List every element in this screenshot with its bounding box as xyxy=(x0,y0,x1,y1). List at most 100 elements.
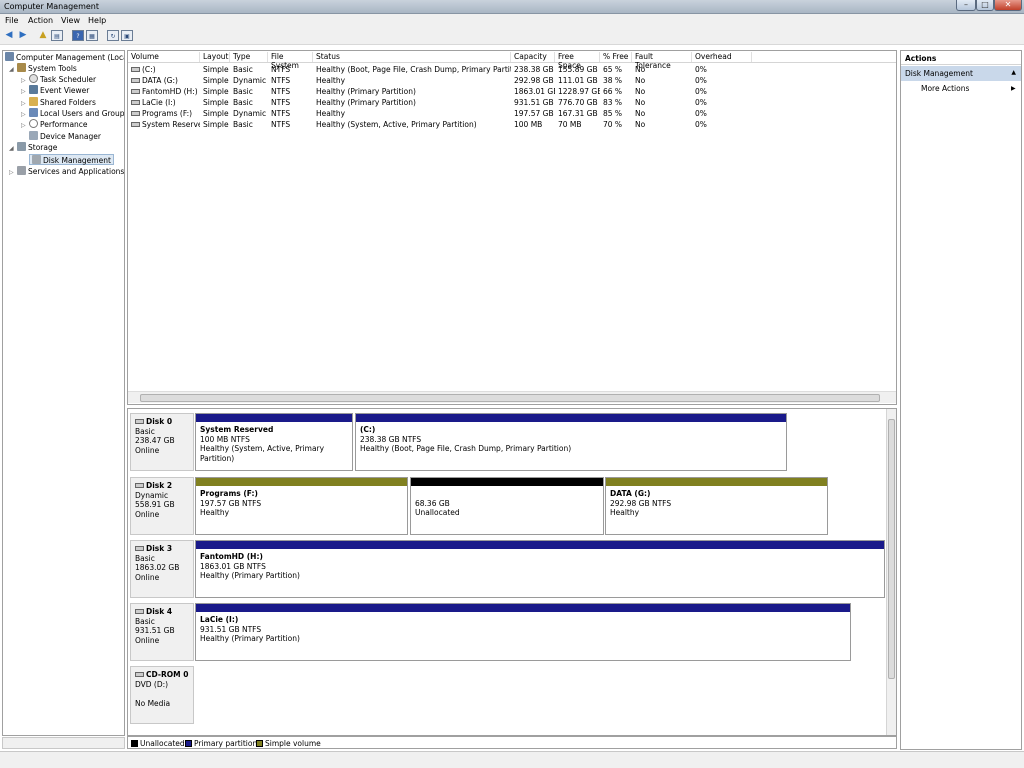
collapse-up-icon[interactable]: ▲ xyxy=(1011,69,1016,76)
tree-item-event-viewer[interactable]: ▷ Event Viewer xyxy=(21,85,89,96)
cell-text: NTFS xyxy=(271,76,291,85)
more-actions[interactable]: More Actions xyxy=(921,84,969,93)
tree-item-storage[interactable]: ◢ Storage xyxy=(9,142,57,153)
close-button[interactable]: ✕ xyxy=(994,0,1022,11)
cell-capacity: 100 MB xyxy=(511,119,555,130)
cell-text: 111.01 GB xyxy=(558,76,598,85)
partition[interactable]: (C:) 238.38 GB NTFS Healthy (Boot, Page Fi… xyxy=(355,413,787,471)
tree-item-device-manager[interactable]: Device Manager xyxy=(29,131,101,142)
tree-item-local-users[interactable]: ▷ Local Users and Groups xyxy=(21,108,124,119)
cell-type: Basic xyxy=(230,97,268,108)
cell-layout: Simple xyxy=(200,64,230,75)
disk-label-line: Basic xyxy=(135,617,189,627)
tree-item-task-scheduler[interactable]: ▷ Task Scheduler xyxy=(21,74,96,85)
disk-label[interactable]: Disk 0 Basic 238.47 GB Online xyxy=(130,413,194,471)
table-row[interactable]: FantomHD (H:) Simple Basic NTFS Healthy (Pri… xyxy=(128,86,896,97)
cell-text: Basic xyxy=(233,98,253,107)
drive-icon xyxy=(131,122,140,127)
scrollbar-thumb[interactable] xyxy=(888,419,895,679)
table-row[interactable]: LaCie (I:) Simple Basic NTFS Healthy (Primar… xyxy=(128,97,896,108)
col-status[interactable]: Status xyxy=(313,52,511,62)
menu-view[interactable]: View xyxy=(61,16,80,25)
table-row[interactable]: System ReservedSimple Basic NTFS Healthy (S… xyxy=(128,119,896,130)
disk-label[interactable]: Disk 3 Basic 1863.02 GB Online xyxy=(130,540,194,598)
show-hide-tree-icon[interactable]: ▤ xyxy=(51,30,63,41)
table-row[interactable]: (C:) Simple Basic NTFS Healthy (Boot, Page F… xyxy=(128,64,896,75)
col-type[interactable]: Type xyxy=(230,52,268,62)
cell-capacity: 1863.01 GB xyxy=(511,86,555,97)
partition[interactable]: LaCie (I:) 931.51 GB NTFS Healthy (Primary… xyxy=(195,603,851,661)
cell-overhead: 0% xyxy=(692,86,752,97)
actions-section-disk-management[interactable]: Disk Management ▲ xyxy=(901,66,1021,81)
tree-horizontal-scrollbar[interactable] xyxy=(2,737,125,749)
cell-fault-tolerance: No xyxy=(632,75,692,86)
cell-status: Healthy (Boot, Page File, Crash Dump, Pr… xyxy=(313,64,511,75)
up-folder-icon[interactable]: ▲ xyxy=(37,30,49,41)
cell-status: Healthy (Primary Partition) xyxy=(313,86,511,97)
table-row[interactable]: Programs (F:) Simple Dynamic NTFS Healthy 197… xyxy=(128,108,896,119)
refresh-icon[interactable]: ↻ xyxy=(107,30,119,41)
cell-text: (C:) xyxy=(142,65,156,74)
volume-list-scrollbar[interactable] xyxy=(128,391,896,403)
disk-name: Disk 3 xyxy=(146,544,173,553)
menu-file[interactable]: File xyxy=(5,16,18,25)
expand-icon[interactable]: ▷ xyxy=(21,120,29,131)
partition[interactable]: System Reserved 100 MB NTFS Healthy (Syste… xyxy=(195,413,353,471)
expand-icon[interactable]: ▷ xyxy=(9,167,17,178)
col-overhead[interactable]: Overhead xyxy=(692,52,752,62)
partition-color-bar xyxy=(196,541,884,549)
clock-icon xyxy=(29,74,38,83)
col-file-system[interactable]: File System xyxy=(268,52,313,70)
tree-item-performance[interactable]: ▷ Performance xyxy=(21,119,88,130)
partition[interactable]: DATA (G:) 292.98 GB NTFS Healthy xyxy=(605,477,828,535)
collapse-icon[interactable]: ◢ xyxy=(9,143,17,154)
cell-overhead: 0% xyxy=(692,75,752,86)
partition-info: 197.57 GB NTFS xyxy=(200,498,262,508)
minimize-button[interactable]: – xyxy=(956,0,976,11)
tools-icon xyxy=(17,63,26,72)
collapse-icon[interactable]: ◢ xyxy=(9,64,17,75)
tree-item-services-apps[interactable]: ▷ Services and Applications xyxy=(9,166,124,177)
partition[interactable]: FantomHD (H:) 1863.01 GB NTFS Healthy (Pri… xyxy=(195,540,885,598)
col-volume[interactable]: Volume xyxy=(128,52,200,62)
scrollbar-thumb[interactable] xyxy=(140,394,880,402)
menu-action[interactable]: Action xyxy=(28,16,53,25)
cell-percent-free: 85 % xyxy=(600,108,632,119)
forward-icon[interactable]: ▶ xyxy=(17,30,29,41)
cell-free-space: 776.70 GB xyxy=(555,97,600,108)
tree-item-disk-management[interactable]: Disk Management xyxy=(29,154,114,165)
partition-text: 68.36 GB Unallocated xyxy=(411,486,603,521)
disk-label[interactable]: Disk 4 Basic 931.51 GB Online xyxy=(130,603,194,661)
disk-view-scrollbar[interactable] xyxy=(886,409,896,735)
back-icon[interactable]: ◀ xyxy=(3,30,15,41)
col-free-space[interactable]: Free Space xyxy=(555,52,600,70)
disk-label-line: Basic xyxy=(135,554,189,564)
tree-item-system-tools[interactable]: ◢ System Tools xyxy=(9,63,77,74)
help-icon[interactable]: ? xyxy=(72,30,84,41)
tree-item-label: System Tools xyxy=(28,64,77,73)
col-percent-free[interactable]: % Free xyxy=(600,52,632,62)
disk-state: Online xyxy=(135,572,160,582)
cell-text: 197.57 GB xyxy=(514,109,554,118)
maximize-button[interactable]: □ xyxy=(976,0,994,11)
menu-help[interactable]: Help xyxy=(88,16,106,25)
cell-free-space: 111.01 GB xyxy=(555,75,600,86)
col-capacity[interactable]: Capacity xyxy=(511,52,555,62)
properties-icon[interactable]: ▦ xyxy=(86,30,98,41)
partition[interactable]: Programs (F:) 197.57 GB NTFS Healthy xyxy=(195,477,408,535)
cell-text: 931.51 GB xyxy=(514,98,554,107)
tree-root[interactable]: Computer Management (Local xyxy=(5,52,124,63)
cell-type: Basic xyxy=(230,119,268,130)
disk-label[interactable]: CD-ROM 0 DVD (D:) No Media xyxy=(130,666,194,724)
col-fault-tolerance[interactable]: Fault Tolerance xyxy=(632,52,692,70)
cell-text: Simple xyxy=(203,87,229,96)
col-layout[interactable]: Layout xyxy=(200,52,230,62)
unallocated-space[interactable]: 68.36 GB Unallocated xyxy=(410,477,604,535)
table-row[interactable]: DATA (G:) Simple Dynamic NTFS Healthy 292.98 … xyxy=(128,75,896,86)
volume-list: Volume Layout Type File System Status Ca… xyxy=(127,50,897,405)
expand-icon[interactable]: ▷ xyxy=(21,86,29,97)
disk-label[interactable]: Disk 2 Dynamic 558.91 GB Online xyxy=(130,477,194,535)
tree-item-shared-folders[interactable]: ▷ Shared Folders xyxy=(21,97,96,108)
export-icon[interactable]: ▣ xyxy=(121,30,133,41)
cell-text: Basic xyxy=(233,120,253,129)
